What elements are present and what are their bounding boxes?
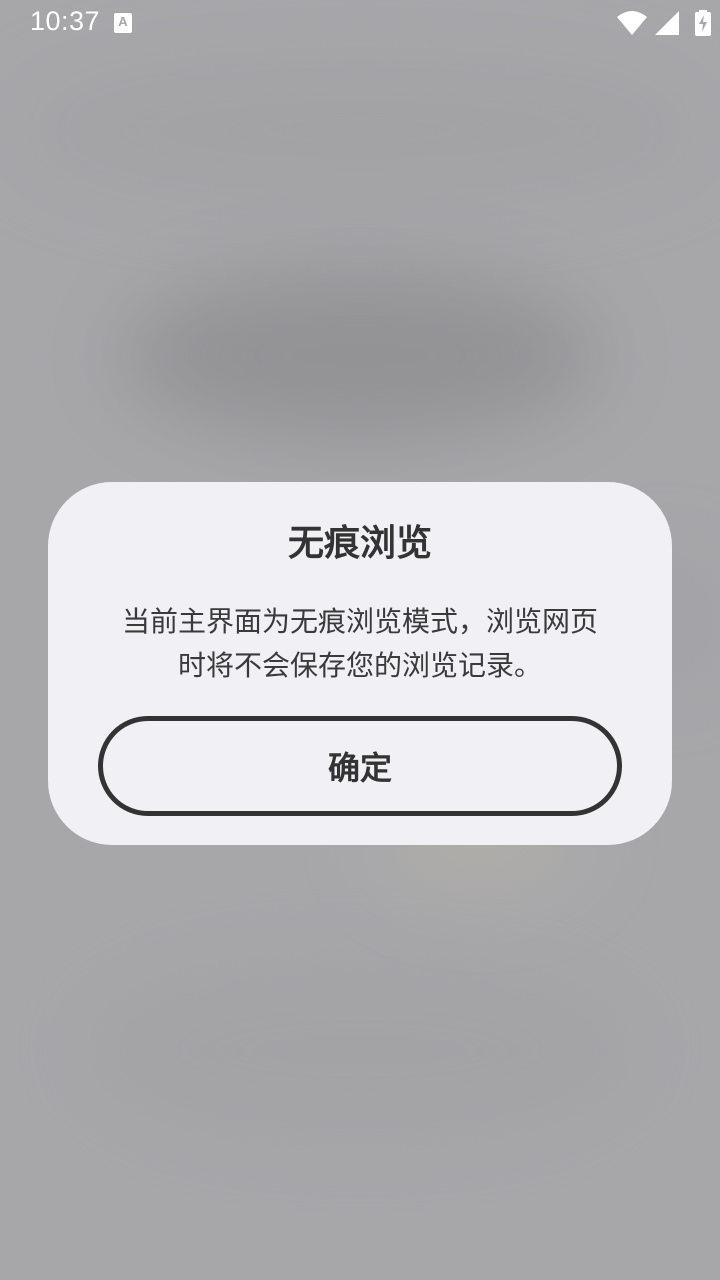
wifi-icon xyxy=(617,11,647,35)
background-blur-shape xyxy=(80,960,640,1140)
dialog-title: 无痕浏览 xyxy=(287,523,432,564)
status-time: 10:37 xyxy=(30,6,101,36)
dialog-message-line: 当前主界面为无痕浏览模式，浏览网页 xyxy=(121,605,598,638)
battery-charging-icon xyxy=(695,10,711,36)
dialog-message: 当前主界面为无痕浏览模式，浏览网页 时将不会保存您的浏览记录。 xyxy=(96,600,624,688)
background-blur-shape xyxy=(120,270,600,440)
screen: 10:37 A 无痕浏览 当前主界面为无痕浏览模式，浏览网页 时将不会保存您的浏… xyxy=(0,0,720,1280)
confirm-button[interactable]: 确定 xyxy=(98,716,622,816)
confirm-button-label: 确定 xyxy=(327,749,392,787)
background-blur-shape xyxy=(20,60,700,200)
cell-signal-icon xyxy=(655,11,679,35)
status-bar: 10:37 A xyxy=(0,0,720,48)
dialog-message-line: 时将不会保存您的浏览记录。 xyxy=(177,649,542,682)
a-text-icon: A xyxy=(114,13,132,33)
